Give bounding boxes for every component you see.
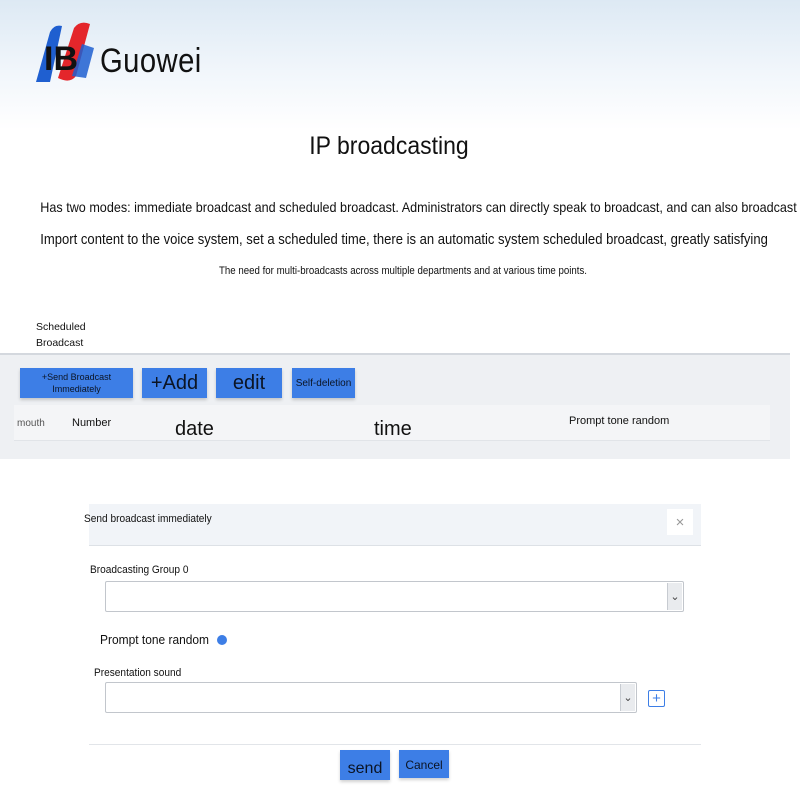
broadcasting-group-label: Broadcasting Group 0	[90, 564, 189, 576]
page-title: IP broadcasting	[309, 132, 469, 160]
cancel-button[interactable]: Cancel	[399, 750, 449, 778]
tab-scheduled-broadcast[interactable]: Scheduled Broadcast	[36, 319, 96, 351]
description-line: The need for multi-broadcasts across mul…	[218, 265, 588, 277]
toggle-knob-icon[interactable]	[216, 634, 227, 645]
broadcasting-group-select[interactable]: ⌄	[105, 581, 684, 612]
brand-name: Guowei	[100, 42, 202, 80]
send-immediately-button[interactable]: +Send Broadcast Immediately	[20, 368, 133, 398]
plus-icon[interactable]: +	[648, 690, 665, 707]
self-deletion-button[interactable]: Self-deletion	[292, 368, 355, 398]
dialog-title: Send broadcast immediately	[84, 513, 212, 525]
description-line: Import content to the voice system, set …	[40, 232, 768, 248]
prompt-tone-toggle[interactable]: Prompt tone random	[100, 632, 227, 647]
send-broadcast-dialog: Send broadcast immediately × Broadcastin…	[84, 504, 701, 794]
send-button[interactable]: send	[340, 750, 390, 780]
presentation-sound-label: Presentation sound	[94, 667, 182, 679]
add-button[interactable]: +Add	[142, 368, 207, 398]
description-line: Has two modes: immediate broadcast and s…	[40, 199, 797, 215]
chevron-down-icon[interactable]: ⌄	[667, 583, 682, 610]
column-header-number[interactable]: Number	[72, 405, 111, 441]
logo-mark-icon: IB	[36, 22, 94, 83]
column-header-mouth[interactable]: mouth	[17, 405, 45, 441]
close-icon[interactable]: ×	[667, 509, 693, 535]
table-header-row: mouth Number date time Prompt tone rando…	[14, 405, 770, 441]
column-header-time[interactable]: time	[374, 411, 412, 447]
prompt-tone-label: Prompt tone random	[100, 632, 210, 647]
svg-text:IB: IB	[44, 40, 78, 78]
brand-logo: IB Guowei	[28, 18, 201, 88]
chevron-down-icon[interactable]: ⌄	[620, 684, 635, 711]
edit-button[interactable]: edit	[216, 368, 282, 398]
column-header-prompt-tone[interactable]: Prompt tone random	[569, 403, 669, 439]
presentation-sound-select[interactable]: ⌄	[105, 682, 637, 713]
dialog-header: Send broadcast immediately ×	[84, 504, 701, 546]
column-header-date[interactable]: date	[175, 411, 214, 447]
scheduled-broadcast-panel: +Send Broadcast Immediately +Add edit Se…	[0, 353, 790, 459]
footer-divider	[89, 744, 701, 745]
